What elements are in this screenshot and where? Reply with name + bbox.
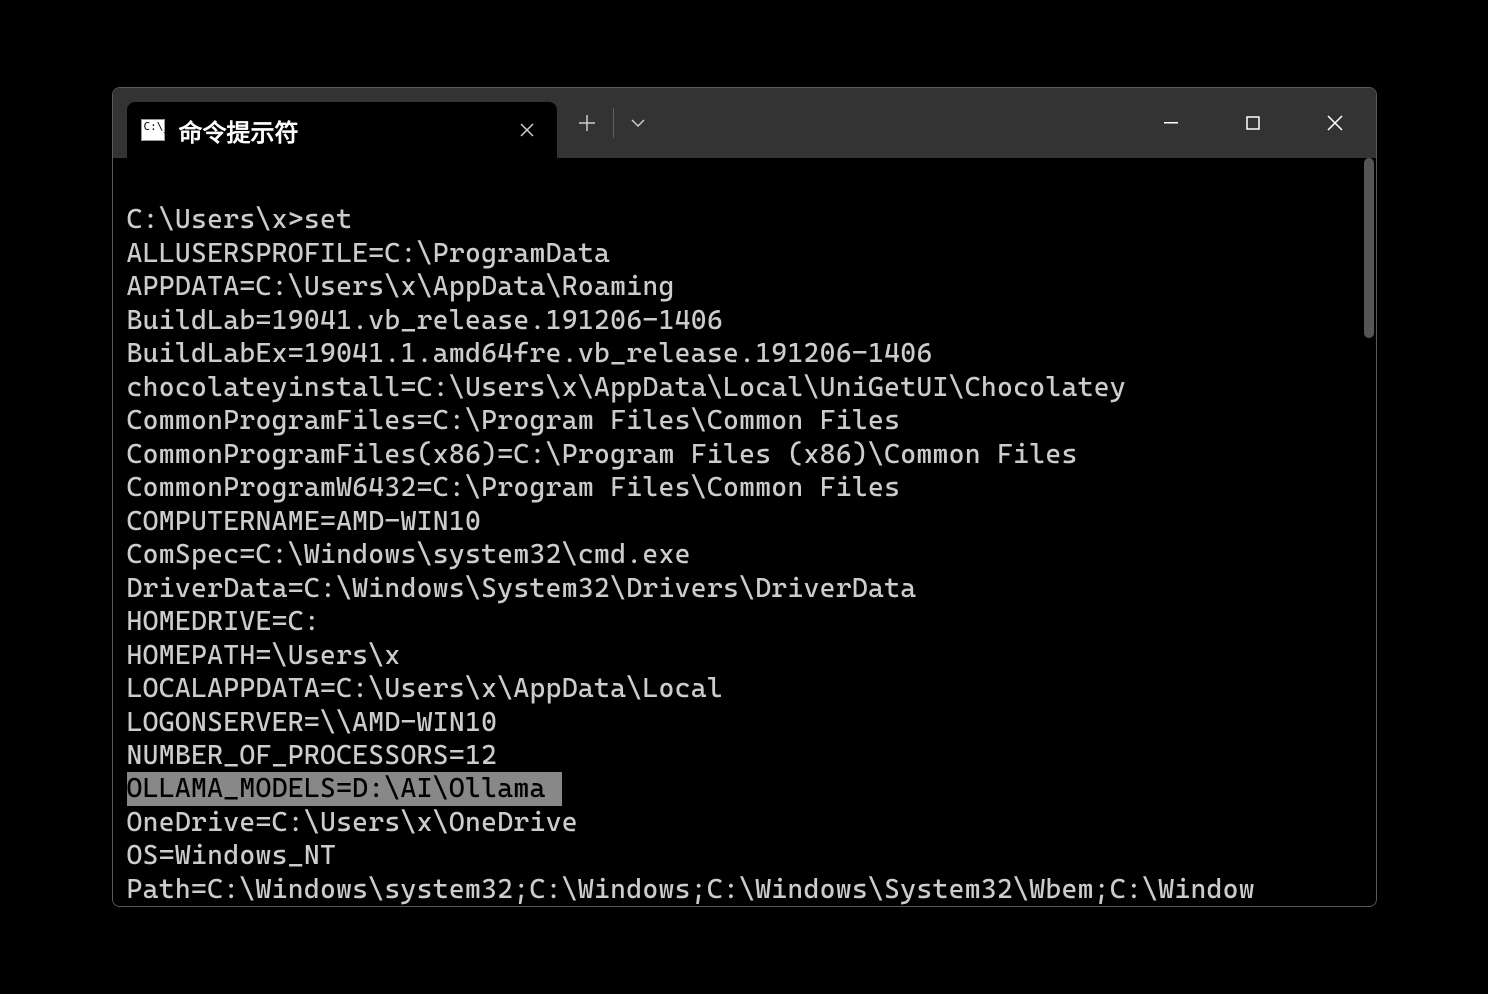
output-line: DriverData=C:\Windows\System32\Drivers\D… [127,572,1362,605]
output-line: chocolateyinstall=C:\Users\x\AppData\Loc… [127,371,1362,404]
tab-dropdown-button[interactable] [614,97,662,149]
output-line: NUMBER_OF_PROCESSORS=12 [127,739,1362,772]
output-line: OS=Windows_NT [127,839,1362,872]
terminal-window: C:\_ 命令提示符 [112,87,1377,907]
output-line: APPDATA=C:\Users\x\AppData\Roaming [127,270,1362,303]
prompt-line: C:\Users\x>set [127,203,1362,236]
new-tab-button[interactable] [561,97,613,149]
close-window-button[interactable] [1294,95,1376,151]
tab-area: C:\_ 命令提示符 [113,88,662,158]
output-line: OneDrive=C:\Users\x\OneDrive [127,806,1362,839]
minimize-button[interactable] [1130,95,1212,151]
output-line: ComSpec=C:\Windows\system32\cmd.exe [127,538,1362,571]
output-line: BuildLabEx=19041.1.amd64fre.vb_release.1… [127,337,1362,370]
output-line: LOCALAPPDATA=C:\Users\x\AppData\Local [127,672,1362,705]
output-line: Path=C:\Windows\system32;C:\Windows;C:\W… [127,873,1362,906]
highlighted-line: OLLAMA_MODELS=D:\AI\Ollama [127,772,1362,805]
title-bar: C:\_ 命令提示符 [113,88,1376,158]
output-line: CommonProgramFiles=C:\Program Files\Comm… [127,404,1362,437]
output-line: HOMEDRIVE=C: [127,605,1362,638]
maximize-button[interactable] [1212,95,1294,151]
window-controls [1130,88,1376,158]
cmd-icon: C:\_ [141,119,165,141]
chevron-down-icon [631,119,645,127]
close-tab-button[interactable] [511,114,543,146]
output-line: LOGONSERVER=\\AMD-WIN10 [127,706,1362,739]
output-line: ALLUSERSPROFILE=C:\ProgramData [127,237,1362,270]
maximize-icon [1246,116,1260,130]
close-icon [520,123,534,137]
tab-title: 命令提示符 [179,113,497,148]
active-tab[interactable]: C:\_ 命令提示符 [127,102,557,158]
output-line: COMPUTERNAME=AMD-WIN10 [127,505,1362,538]
plus-icon [578,114,596,132]
output-line: CommonProgramFiles(x86)=C:\Program Files… [127,438,1362,471]
output-line: BuildLab=19041.vb_release.191206-1406 [127,304,1362,337]
output-line: CommonProgramW6432=C:\Program Files\Comm… [127,471,1362,504]
terminal-output[interactable]: C:\Users\x>setALLUSERSPROFILE=C:\Program… [113,158,1376,906]
output-line: HOMEPATH=\Users\x [127,639,1362,672]
minimize-icon [1164,122,1178,124]
close-icon [1327,115,1343,131]
scrollbar-thumb[interactable] [1364,158,1374,338]
tab-controls [561,88,662,158]
